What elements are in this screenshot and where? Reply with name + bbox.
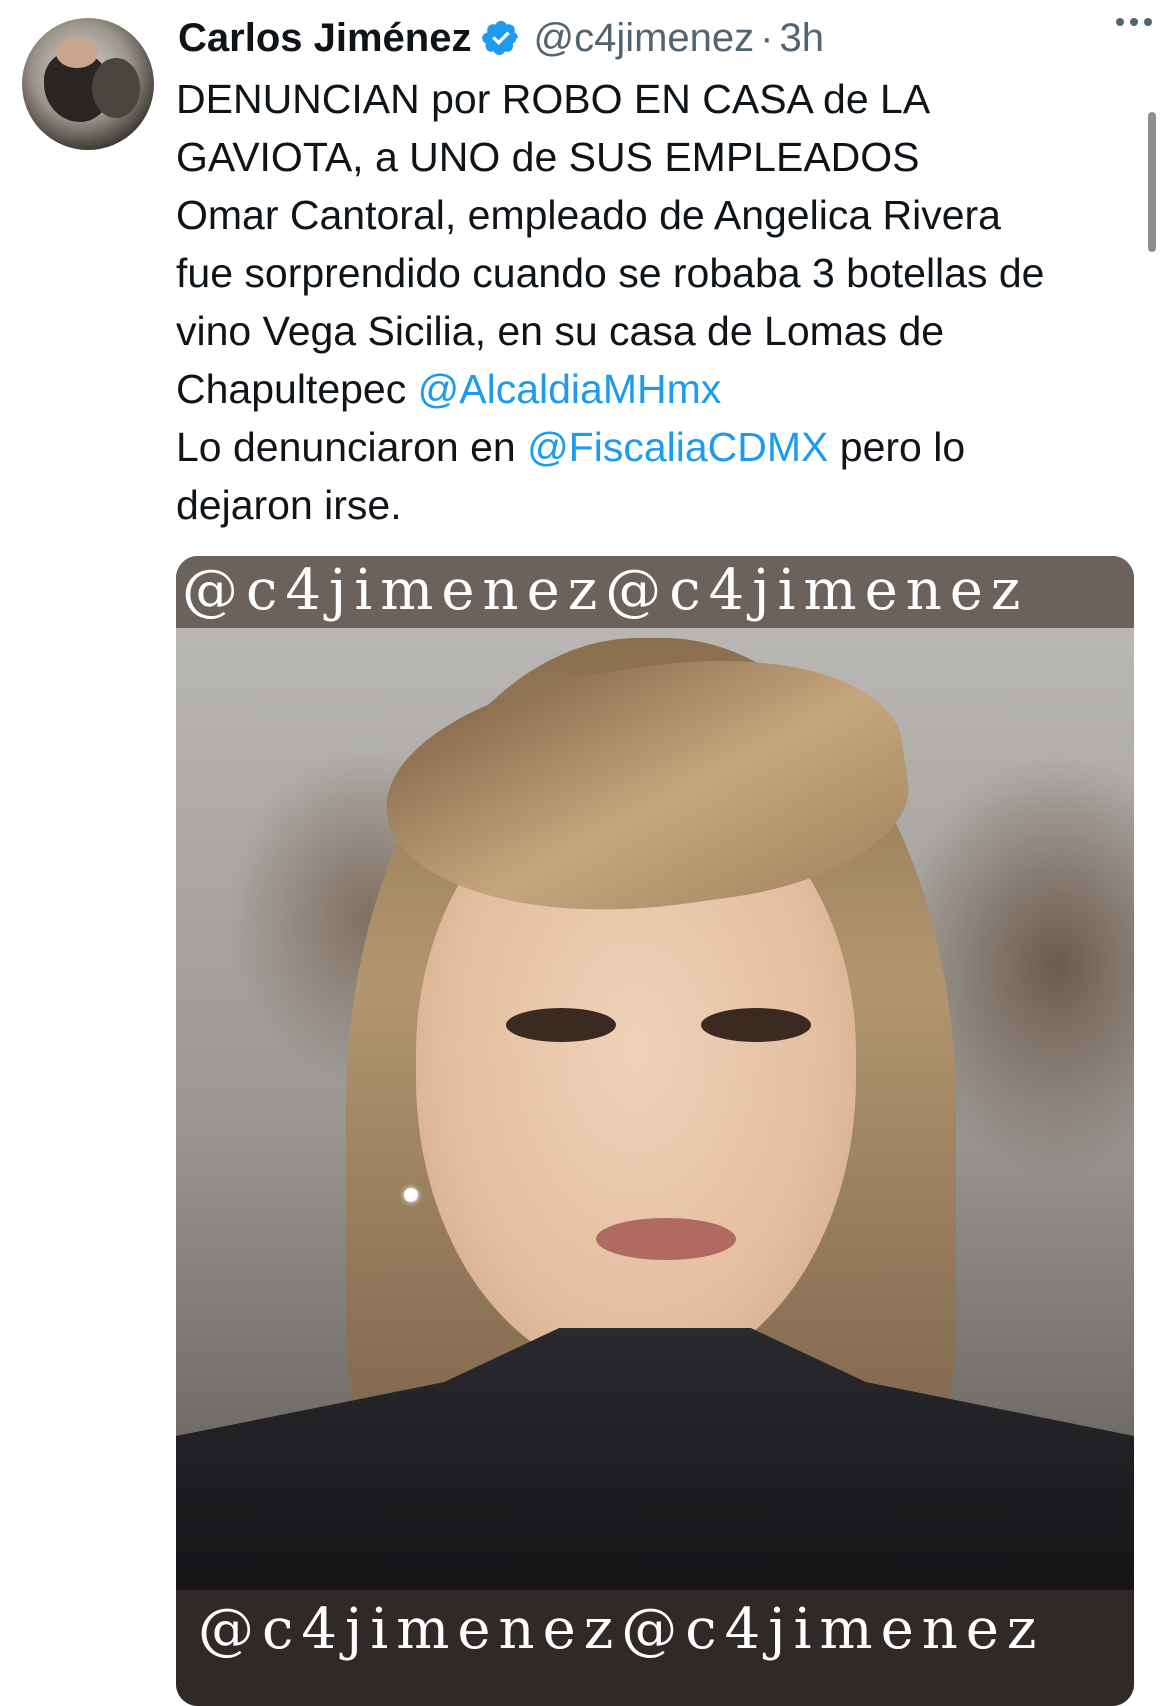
tweet-text: DENUNCIAN por ROBO EN CASA de LA [176, 76, 931, 122]
tweet-text: fue sorprendido cuando se robaba 3 botel… [176, 250, 1045, 296]
more-dot [1130, 18, 1138, 26]
avatar-hand [56, 38, 98, 68]
author-name[interactable]: Carlos Jiménez [178, 16, 471, 61]
separator-dot: · [760, 15, 774, 60]
scrollbar[interactable] [1148, 112, 1156, 252]
watermark-top: @c4jimenez@c4jimenez [176, 556, 1134, 628]
photo-jacket [176, 1328, 1134, 1590]
tweet-line: Chapultepec @AlcaldiaMHmx [176, 360, 1146, 418]
photo-eye-left [506, 1008, 616, 1042]
tweet-line: fue sorprendido cuando se robaba 3 botel… [176, 244, 1146, 302]
more-dot [1116, 18, 1124, 26]
tweet-line: Omar Cantoral, empleado de Angelica Rive… [176, 186, 1146, 244]
mention-link[interactable]: @AlcaldiaMHmx [418, 366, 722, 412]
tweet-text: vino Vega Sicilia, en su casa de Lomas d… [176, 308, 945, 354]
tweet-text: dejaron irse. [176, 482, 402, 528]
tweet-text: Lo denunciaron en [176, 424, 528, 470]
tweet-text: Chapultepec [176, 366, 418, 412]
tweet-body: DENUNCIAN por ROBO EN CASA de LA GAVIOTA… [176, 70, 1146, 534]
tweet-line: Lo denunciaron en @FiscaliaCDMX pero lo [176, 418, 1146, 476]
avatar-figure-secondary [92, 58, 140, 118]
tweet-line: dejaron irse. [176, 476, 1146, 534]
photo-earring [404, 1188, 418, 1202]
tweet-media-image[interactable]: @c4jimenez@c4jimenez @c4jimenez@c4jimene… [176, 556, 1134, 1706]
verified-badge-icon [482, 20, 519, 56]
tweet-text: GAVIOTA, a UNO de SUS EMPLEADOS [176, 134, 920, 180]
tweet-timestamp[interactable]: 3h [779, 16, 824, 61]
tweet-line: GAVIOTA, a UNO de SUS EMPLEADOS [176, 128, 1146, 186]
tweet-text: pero lo [828, 424, 966, 470]
tweet-header: Carlos Jiménez @c4jimenez · 3h [178, 10, 1142, 66]
more-dot [1144, 18, 1152, 26]
tweet-line: DENUNCIAN por ROBO EN CASA de LA [176, 70, 1146, 128]
tweet-text: Omar Cantoral, empleado de Angelica Rive… [176, 192, 1001, 238]
photo-eye-right [701, 1008, 811, 1042]
watermark-bottom: @c4jimenez@c4jimenez [176, 1590, 1134, 1706]
portrait-photo [176, 628, 1134, 1590]
mention-link[interactable]: @FiscaliaCDMX [527, 424, 828, 470]
author-avatar[interactable] [22, 18, 154, 150]
author-handle[interactable]: @c4jimenez [533, 16, 754, 61]
more-options-icon[interactable] [1116, 18, 1152, 26]
tweet-line: vino Vega Sicilia, en su casa de Lomas d… [176, 302, 1146, 360]
photo-lips [596, 1218, 736, 1260]
